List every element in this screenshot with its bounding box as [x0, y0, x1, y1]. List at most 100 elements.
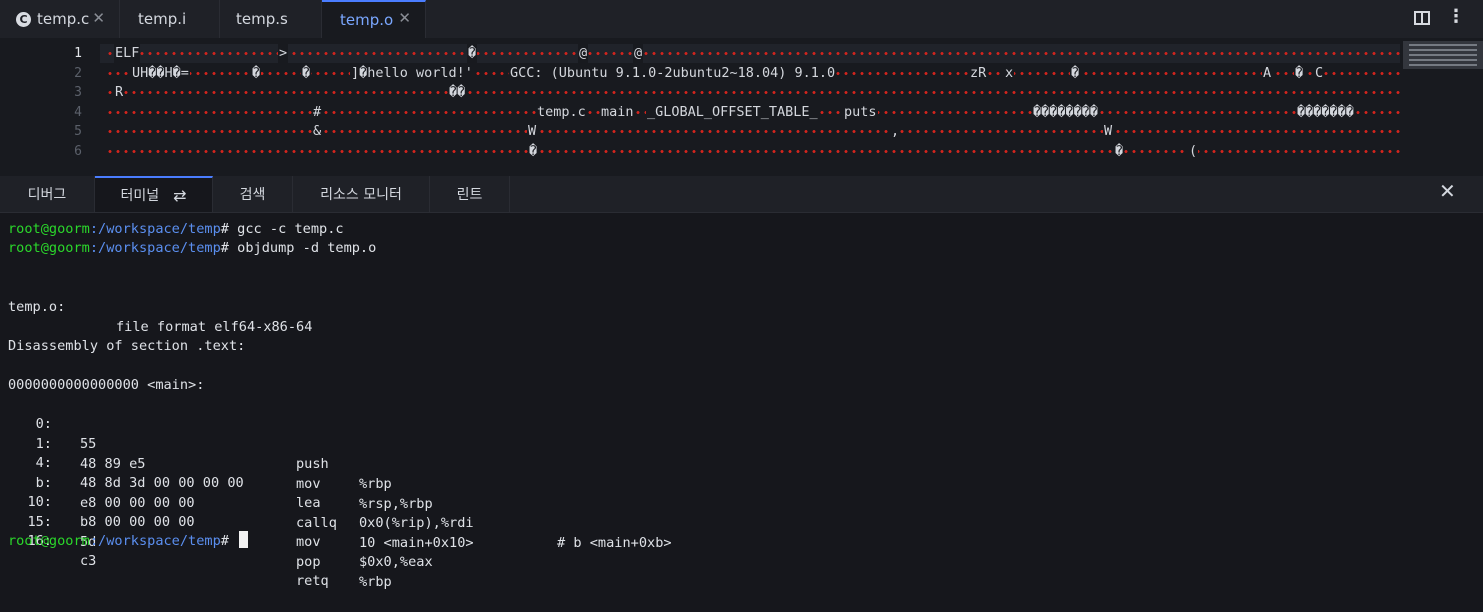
disasm-mnemonic: mov — [296, 534, 321, 550]
tab-resource-monitor[interactable]: 리소스 모니터 — [293, 176, 430, 212]
code-text: puts — [843, 103, 878, 122]
code-text: ( — [1188, 142, 1199, 161]
code-text: � — [528, 142, 539, 161]
split-editor-icon[interactable] — [1414, 11, 1430, 25]
tab-label: 린트 — [456, 187, 483, 203]
prompt-user: root@goorm — [8, 533, 90, 549]
bottom-panel-tabs: 디버그 터미널 ⇄ 검색 리소스 모니터 린트 ✕ — [0, 176, 1483, 213]
disasm-row: 4: 48 8d 3d 00 00 00 00 lea 0x0(%rip),%r… — [8, 433, 908, 551]
code-text: > — [278, 44, 289, 63]
prompt-user: root@goorm — [8, 221, 90, 237]
terminal-line: root@goorm:/workspace/temp# gcc -c temp.… — [8, 219, 344, 239]
code-line: # temp.c main _GLOBAL_OFFSET_TABLE_ puts… — [106, 103, 1402, 122]
code-text: , — [890, 122, 901, 141]
code-line: R �� — [106, 83, 1402, 102]
line-number: 3 — [74, 85, 82, 100]
tab-label: 터미널 — [120, 188, 160, 204]
code-text: x — [1004, 64, 1015, 83]
code-text: # — [312, 103, 323, 122]
tab-label: temp.s — [236, 10, 288, 28]
tab-temp-i[interactable]: temp.i — [120, 0, 220, 38]
code-line: UH��H�= � � ]�hello world!' GCC: (Ubuntu… — [106, 64, 1402, 83]
code-text: ]�hello world!' — [350, 64, 474, 83]
disasm-row: 10: b8 00 00 00 00 mov $0x0,%eax — [8, 472, 908, 570]
tab-lint[interactable]: 린트 — [430, 176, 510, 212]
file-format: file format elf64-x86-64 — [116, 319, 313, 335]
code-text: temp.c — [536, 103, 587, 122]
prompt-path: :/workspace/temp — [89, 240, 221, 256]
tab-label: temp.c — [37, 10, 90, 28]
code-text: GCC: (Ubuntu 9.1.0-2ubuntu2~18.04) 9.1.0 — [509, 64, 837, 83]
code-text: R — [114, 83, 125, 102]
code-text: W — [527, 122, 538, 141]
section-header: Disassembly of section .text: — [8, 338, 246, 354]
terminal-cursor[interactable] — [239, 531, 249, 548]
code-text: C — [1314, 64, 1325, 83]
disasm-row: b: e8 00 00 00 00 callq 10 <main+0x10> — [8, 453, 908, 551]
terminal-line: temp.o: file format elf64-x86-64 — [8, 277, 312, 335]
tab-temp-o[interactable]: temp.o ✕ — [322, 0, 426, 38]
terminal-line: root@goorm:/workspace/temp# objdump -d t… — [8, 238, 376, 258]
line-number: 4 — [74, 105, 82, 120]
prompt-suffix: # — [220, 533, 229, 549]
code-text: � — [467, 44, 478, 63]
tab-label: 디버그 — [27, 187, 67, 203]
code-text: ������� — [1296, 103, 1355, 122]
prompt-path: :/workspace/temp — [89, 221, 221, 237]
symbol-header: 0000000000000000 <main>: — [8, 377, 205, 393]
more-options-icon[interactable]: ⋮ — [1447, 6, 1465, 27]
minimap[interactable] — [1403, 41, 1483, 69]
close-icon[interactable]: ✕ — [92, 9, 105, 27]
line-number: 6 — [74, 144, 82, 159]
code-line: & W , W — [106, 122, 1402, 141]
c-file-icon: C — [16, 11, 31, 27]
line-number: 2 — [74, 66, 82, 81]
tab-label: temp.o — [340, 11, 394, 29]
disasm-mnemonic: pop — [296, 554, 321, 570]
editor-tab-bar: C temp.c ✕ temp.i temp.s temp.o ✕ ⋮ — [0, 0, 1483, 39]
code-text: ELF — [114, 44, 141, 63]
tab-temp-s[interactable]: temp.s — [220, 0, 322, 38]
disasm-operands: %rbp — [359, 574, 392, 590]
tab-temp-c[interactable]: C temp.c ✕ — [0, 0, 120, 38]
disasm-bytes: c3 — [80, 553, 97, 569]
tab-debug[interactable]: 디버그 — [0, 176, 95, 212]
prompt-suffix: # — [220, 240, 229, 256]
disasm-comment: # b <main+0xb> — [557, 535, 672, 551]
code-text: zR — [969, 64, 988, 83]
prompt-path: :/workspace/temp — [89, 533, 221, 549]
line-number: 1 — [74, 46, 82, 61]
code-text: � — [301, 64, 312, 83]
sync-icon[interactable]: ⇄ — [173, 186, 186, 205]
code-text: � — [251, 64, 262, 83]
code-text: �� — [448, 83, 467, 102]
tab-terminal[interactable]: 터미널 ⇄ — [95, 176, 213, 212]
terminal-line: root@goorm:/workspace/temp# — [8, 531, 249, 551]
prompt-suffix: # — [220, 221, 229, 237]
tab-search[interactable]: 검색 — [213, 176, 293, 212]
code-text: @ — [578, 44, 589, 63]
code-text: A — [1262, 64, 1273, 83]
disasm-mnemonic: retq — [296, 573, 329, 589]
close-icon[interactable]: ✕ — [1439, 179, 1456, 203]
code-text: _GLOBAL_OFFSET_TABLE_ — [646, 103, 819, 122]
disasm-row: 15: 5d pop %rbp — [8, 492, 908, 590]
code-text: � — [1070, 64, 1081, 83]
disasm-operands: 10 <main+0x10> — [359, 535, 474, 551]
disasm-row: 0: 55 push %rbp — [8, 394, 908, 492]
line-number: 5 — [74, 124, 82, 139]
tab-label: temp.i — [138, 10, 187, 28]
hex-editor[interactable]: 1 2 3 4 5 6 ELF > � @ @ UH��H�= � � ]�he… — [0, 38, 1483, 176]
disasm-operands: $0x0,%eax — [359, 554, 433, 570]
disasm-row: 16: c3 retq — [8, 511, 908, 589]
command-text: gcc -c temp.c — [237, 221, 344, 237]
close-icon[interactable]: ✕ — [398, 9, 411, 27]
code-text: UH��H�= — [131, 64, 190, 83]
terminal-output[interactable]: root@goorm:/workspace/temp# gcc -c temp.… — [0, 213, 1483, 590]
code-line: ELF > � @ @ — [106, 44, 1402, 63]
code-text: @ — [633, 44, 644, 63]
code-text: W — [1103, 122, 1114, 141]
tab-label: 검색 — [239, 187, 266, 203]
file-name: temp.o: — [8, 299, 66, 315]
prompt-user: root@goorm — [8, 240, 90, 256]
